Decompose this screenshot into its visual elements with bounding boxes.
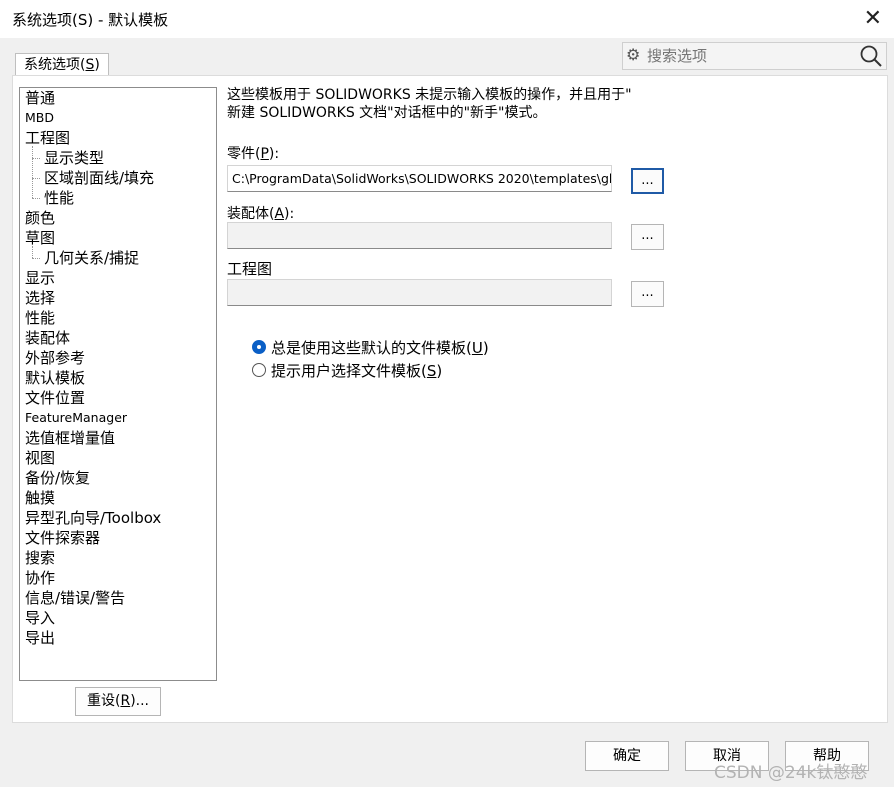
part-label: 零件(P):	[227, 146, 280, 162]
drawing-browse-button[interactable]: ...	[631, 281, 664, 307]
assembly-template-field[interactable]	[227, 222, 612, 249]
tree-item[interactable]: 异型孔向导/Toolbox	[25, 508, 161, 528]
drawing-template-field[interactable]	[227, 279, 612, 306]
tree-item[interactable]: 性能	[25, 308, 55, 328]
tree-item[interactable]: 文件位置	[25, 388, 85, 408]
part-label-text: 零件	[227, 146, 255, 162]
radio-prompt-mnemonic: S	[426, 362, 437, 380]
window-title: 系统选项(S) - 默认模板	[12, 11, 169, 29]
tree-item[interactable]: 草图	[25, 228, 55, 248]
tree-item[interactable]: 颜色	[25, 208, 55, 228]
drawing-label: 工程图	[227, 260, 273, 278]
tree-connector	[32, 246, 43, 258]
part-browse-button[interactable]: ...	[631, 168, 664, 194]
assembly-mnemonic: A	[274, 206, 285, 222]
tree-item[interactable]: 性能	[44, 188, 74, 208]
radio-always-label: 总是使用这些默认的文件模板	[271, 339, 467, 357]
tab-mnemonic: S	[85, 57, 95, 73]
tree-item[interactable]: 信息/错误/警告	[25, 588, 125, 608]
part-mnemonic: P	[260, 146, 269, 162]
tree-item[interactable]: 显示类型	[44, 148, 104, 168]
radio-prompt-label: 提示用户选择文件模板	[271, 362, 422, 380]
tree-item[interactable]: 协作	[25, 568, 55, 588]
tree-item[interactable]: 显示	[25, 268, 55, 288]
assembly-browse-button[interactable]: ...	[631, 224, 664, 250]
radio-always-indicator[interactable]	[252, 340, 266, 354]
reset-label: 重设	[86, 693, 115, 709]
tree-item[interactable]: FeatureManager	[25, 408, 127, 428]
options-tree[interactable]: 普通 MBD 工程图 显示类型 区域剖面线/填充 性能 颜色 草图 几何关系/捕捉 显示 选择 性能装…	[19, 87, 217, 681]
watermark: CSDN @24k钛憨憨	[714, 763, 868, 783]
gear-icon: ⚙	[626, 45, 641, 64]
tree-item[interactable]: 文件探索器	[25, 528, 100, 548]
tree-item[interactable]: 普通	[25, 88, 55, 108]
tree-item[interactable]: 导出	[25, 628, 55, 648]
tree-item[interactable]: 搜索	[25, 548, 55, 568]
tree-item[interactable]: 默认模板	[25, 368, 85, 388]
assembly-label-text: 装配体	[227, 206, 269, 222]
radio-always-mnemonic: U	[471, 339, 483, 357]
tree-item[interactable]: MBD	[25, 108, 54, 128]
tab-system-options[interactable]: 系统选项(S)	[15, 53, 109, 76]
tree-item[interactable]: 选值框增量值	[25, 428, 115, 448]
search-icon[interactable]	[858, 43, 884, 69]
reset-button[interactable]: 重设(R)...	[75, 687, 161, 716]
radio-prompt-indicator[interactable]	[252, 363, 266, 377]
title-bar: 系统选项(S) - 默认模板 ✕	[0, 0, 894, 38]
tree-connector	[32, 146, 43, 198]
tree-item[interactable]: 几何关系/捕捉	[44, 248, 139, 268]
description: 这些模板用于 SOLIDWORKS 未提示输入模板的操作，并且用于" 新建 SO…	[227, 86, 667, 122]
radio-always-text: 总是使用这些默认的文件模板(U)	[271, 339, 489, 357]
tree-item[interactable]: 区域剖面线/填充	[44, 168, 154, 188]
tree-item[interactable]: 备份/恢复	[25, 468, 90, 488]
assembly-label: 装配体(A):	[227, 206, 295, 222]
tree-item[interactable]: 选择	[25, 288, 55, 308]
search-input[interactable]	[645, 45, 849, 67]
tree-item[interactable]: 视图	[25, 448, 55, 468]
part-template-field[interactable]: C:\ProgramData\SolidWorks\SOLIDWORKS 202…	[227, 165, 612, 192]
tree-connector	[32, 258, 40, 259]
close-icon[interactable]: ✕	[864, 6, 882, 31]
tree-item[interactable]: 触摸	[25, 488, 55, 508]
description-line-1: 这些模板用于 SOLIDWORKS 未提示输入模板的操作，并且用于"	[227, 87, 632, 103]
description-line-2: 新建 SOLIDWORKS 文档"对话框中的"新手"模式。	[227, 105, 547, 121]
tree-item[interactable]: 外部参考	[25, 348, 85, 368]
tree-item[interactable]: 工程图	[25, 128, 70, 148]
search-box[interactable]: ⚙	[622, 42, 887, 70]
tree-connector	[32, 198, 40, 199]
tree-item[interactable]: 导入	[25, 608, 55, 628]
tree-item[interactable]: 装配体	[25, 328, 70, 348]
reset-mnemonic: R	[120, 693, 131, 709]
ok-button[interactable]: 确定	[585, 741, 669, 771]
tab-label: 系统选项	[24, 57, 80, 73]
reset-suffix: ...	[135, 693, 150, 709]
radio-prompt-text: 提示用户选择文件模板(S)	[271, 362, 443, 380]
